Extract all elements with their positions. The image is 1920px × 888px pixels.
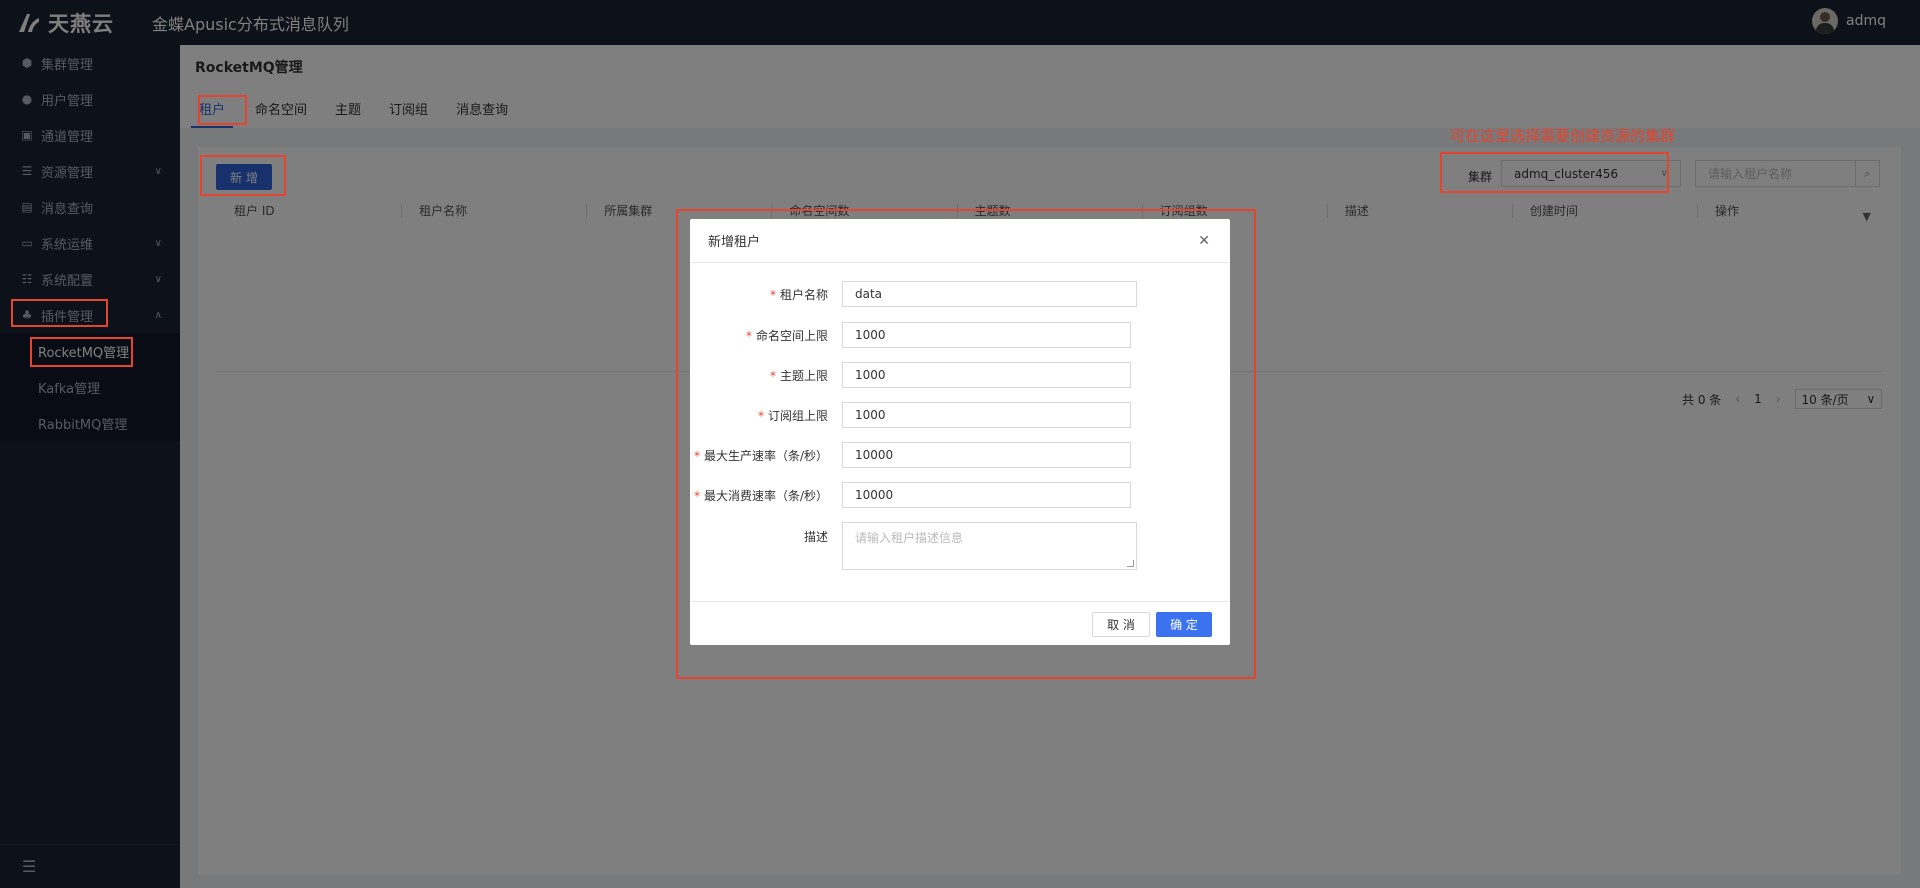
form-row-max-produce-rate: * 最大生产速率（条/秒） 10000 xyxy=(690,442,1230,468)
required-mark: * xyxy=(693,448,700,463)
dialog-title: 新增租户 xyxy=(708,235,761,250)
form-label-text: 主题上限 xyxy=(779,368,828,383)
max-consume-rate-input[interactable]: 10000 xyxy=(842,482,1131,508)
form-label-text: 租户名称 xyxy=(779,287,828,302)
cancel-button[interactable]: 取 消 xyxy=(1092,612,1150,637)
required-mark: * xyxy=(757,408,764,423)
annotation-box-cluster xyxy=(1440,152,1669,193)
annotation-box-add-button xyxy=(200,155,286,196)
form-row-subscription-limit: * 订阅组上限 1000 xyxy=(690,402,1230,428)
form-label: 描述 xyxy=(803,530,828,544)
form-label: * 租户名称 xyxy=(690,286,842,303)
required-mark: * xyxy=(693,488,700,503)
form-row-description: 描述 请输入租户描述信息 xyxy=(690,522,1230,570)
form-label: * 最大消费速率（条/秒） xyxy=(690,487,842,504)
close-icon[interactable]: ✕ xyxy=(1198,233,1210,249)
annotation-box-tenant-tab xyxy=(198,95,247,125)
form-label-text: 最大生产速率（条/秒） xyxy=(703,448,828,463)
form-label-text: 最大消费速率（条/秒） xyxy=(703,488,828,503)
form-label: * 命名空间上限 xyxy=(690,327,842,344)
annotation-box-plugin-menu xyxy=(11,299,108,327)
max-produce-rate-input[interactable]: 10000 xyxy=(842,442,1131,468)
topic-limit-input[interactable]: 1000 xyxy=(842,362,1131,388)
annotation-box-rocketmq xyxy=(30,337,133,367)
form-label-text: 命名空间上限 xyxy=(755,328,828,343)
add-tenant-dialog: 新增租户 ✕ * 租户名称 data * 命名空间上限 1000 * 主题上限 100… xyxy=(690,219,1230,645)
namespace-limit-input[interactable]: 1000 xyxy=(842,322,1131,348)
form-row-tenant-name: * 租户名称 data xyxy=(690,281,1230,307)
form-row-topic-limit: * 主题上限 1000 xyxy=(690,362,1230,388)
required-mark: * xyxy=(769,287,776,302)
form-label: * 订阅组上限 xyxy=(690,407,842,424)
form-label: * 主题上限 xyxy=(690,367,842,384)
required-mark: * xyxy=(769,368,776,383)
dialog-footer: 取 消 确 定 xyxy=(690,601,1230,645)
required-mark: * xyxy=(745,328,752,343)
form-label: * 最大生产速率（条/秒） xyxy=(690,447,842,464)
annotation-text: 可在这里选择需要创建资源的集群 xyxy=(1450,127,1676,145)
subscription-limit-input[interactable]: 1000 xyxy=(842,402,1131,428)
form-label-text: 订阅组上限 xyxy=(767,408,828,423)
confirm-button[interactable]: 确 定 xyxy=(1156,612,1212,637)
dialog-header: 新增租户 ✕ xyxy=(690,219,1230,263)
description-textarea[interactable]: 请输入租户描述信息 xyxy=(842,522,1137,570)
form-row-max-consume-rate: * 最大消费速率（条/秒） 10000 xyxy=(690,482,1230,508)
tenant-name-input[interactable]: data xyxy=(842,281,1137,307)
form-row-namespace-limit: * 命名空间上限 1000 xyxy=(690,322,1230,348)
